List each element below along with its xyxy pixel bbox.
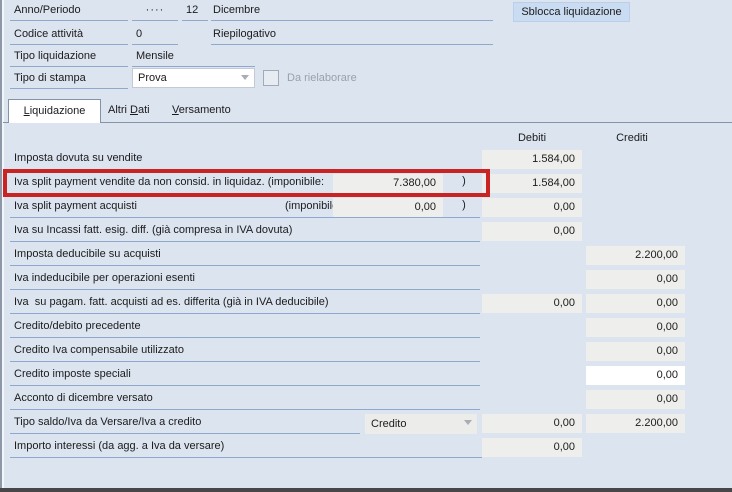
row-label: Iva split payment acquisti [14, 200, 137, 212]
crediti-value: 0,00 [586, 390, 685, 409]
divider [182, 20, 208, 21]
divider [211, 44, 493, 45]
row-divider [10, 289, 480, 290]
column-header-debiti: Debiti [517, 132, 547, 144]
debiti-value: 1.584,00 [482, 174, 582, 193]
tipo-stampa-dropdown[interactable]: Prova [132, 68, 255, 88]
periodo-field[interactable]: 12 [186, 4, 198, 16]
row-label: Imposta dovuta su vendite [14, 152, 143, 164]
tipo-liquidazione-value: Mensile [136, 50, 174, 62]
periodo-name-value: Dicembre [213, 4, 261, 16]
codice-attivita-field[interactable]: 0 [136, 28, 142, 40]
row-divider [10, 217, 480, 218]
row-label: Imposta deducibile su acquisti [14, 248, 161, 260]
table-row: Iva indeducibile per operazioni esenti 0… [4, 268, 732, 291]
debiti-value: 1.584,00 [482, 150, 582, 169]
row-label: Credito/debito precedente [14, 320, 141, 332]
crediti-value: 0,00 [586, 318, 685, 337]
tipo-stampa-label: Tipo di stampa [14, 72, 86, 84]
table-row: Credito imposte speciali 0,00 [4, 364, 732, 387]
table-row: Credito Iva compensabile utilizzato 0,00 [4, 340, 732, 363]
row-label: Credito imposte speciali [14, 368, 131, 380]
crediti-value: 0,00 [586, 342, 685, 361]
divider [132, 66, 255, 67]
divider [10, 20, 128, 21]
anno-lookup-button[interactable]: ···· [132, 4, 178, 20]
divider [10, 88, 128, 89]
row-label: Iva su pagam. fatt. acquisti ad es. diff… [14, 296, 329, 308]
crediti-value: 0,00 [586, 270, 685, 289]
row-divider [10, 337, 480, 338]
row-divider [10, 409, 480, 410]
row-label: Tipo saldo/Iva da Versare/Iva a credito [14, 416, 202, 428]
debiti-value: 0,00 [482, 198, 582, 217]
highlight-box [3, 169, 490, 197]
chevron-down-icon [464, 420, 472, 425]
row-divider [10, 361, 480, 362]
codice-attivita-desc: Riepilogativo [213, 28, 276, 40]
row-label: Importo interessi (da agg. a Iva da vers… [14, 440, 225, 452]
column-header-crediti: Crediti [616, 132, 648, 144]
debiti-value: 0,00 [482, 222, 582, 241]
table-row: Iva su pagam. fatt. acquisti ad es. diff… [4, 292, 732, 315]
tab-strip-border [3, 122, 732, 123]
row-divider [10, 385, 480, 386]
row-divider [10, 433, 360, 434]
row-label: Iva su Incassi fatt. esig. diff. (già co… [14, 224, 293, 236]
debiti-value: 0,00 [482, 294, 582, 313]
row-divider [10, 265, 480, 266]
close-paren-label: ) [462, 199, 466, 211]
row-divider [10, 241, 480, 242]
debiti-value: 0,00 [482, 438, 582, 457]
divider [132, 44, 178, 45]
table-row: Iva su Incassi fatt. esig. diff. (già co… [4, 220, 732, 243]
row-divider [10, 313, 480, 314]
row-divider [10, 457, 482, 458]
divider [211, 20, 493, 21]
window-bottom-border [0, 488, 732, 492]
tab-liquidazione[interactable]: Liquidazione [8, 99, 101, 123]
da-rielaborare-label: Da rielaborare [287, 72, 357, 84]
anno-periodo-label: Anno/Periodo [14, 4, 81, 16]
tab-versamento[interactable]: Versamento [172, 104, 231, 116]
crediti-input[interactable]: 0,00 [586, 366, 685, 385]
crediti-value: 2.200,00 [586, 414, 685, 433]
imponibile-value: 0,00 [333, 198, 443, 217]
crediti-value: 0,00 [586, 294, 685, 313]
table-row: Importo interessi (da agg. a Iva da vers… [4, 436, 732, 459]
codice-attivita-label: Codice attività [14, 28, 84, 40]
table-row: Imposta dovuta su vendite 1.584,00 [4, 148, 732, 171]
sblocca-liquidazione-button[interactable]: Sblocca liquidazione [513, 2, 630, 22]
table-row: Iva split payment acquisti (imponibile: … [4, 196, 732, 219]
da-rielaborare-checkbox[interactable] [263, 70, 279, 86]
divider [132, 20, 178, 21]
tipo-saldo-value: Credito [371, 418, 407, 430]
divider [10, 44, 128, 45]
tipo-stampa-value: Prova [138, 72, 167, 84]
tipo-liquidazione-label: Tipo liquidazione [14, 50, 97, 62]
row-label: Iva indeducibile per operazioni esenti [14, 272, 196, 284]
table-row: Acconto di dicembre versato 0,00 [4, 388, 732, 411]
table-row: Tipo saldo/Iva da Versare/Iva a credito … [4, 412, 732, 435]
row-label: Credito Iva compensabile utilizzato [14, 344, 184, 356]
crediti-value: 2.200,00 [586, 246, 685, 265]
debiti-value: 0,00 [482, 414, 582, 433]
tab-altri-dati[interactable]: Altri Dati [108, 104, 150, 116]
chevron-down-icon [241, 75, 249, 80]
table-row: Credito/debito precedente 0,00 [4, 316, 732, 339]
divider [10, 66, 128, 67]
table-row: Imposta deducibile su acquisti 2.200,00 [4, 244, 732, 267]
row-label: Acconto di dicembre versato [14, 392, 153, 404]
tipo-saldo-dropdown: Credito [365, 414, 477, 434]
